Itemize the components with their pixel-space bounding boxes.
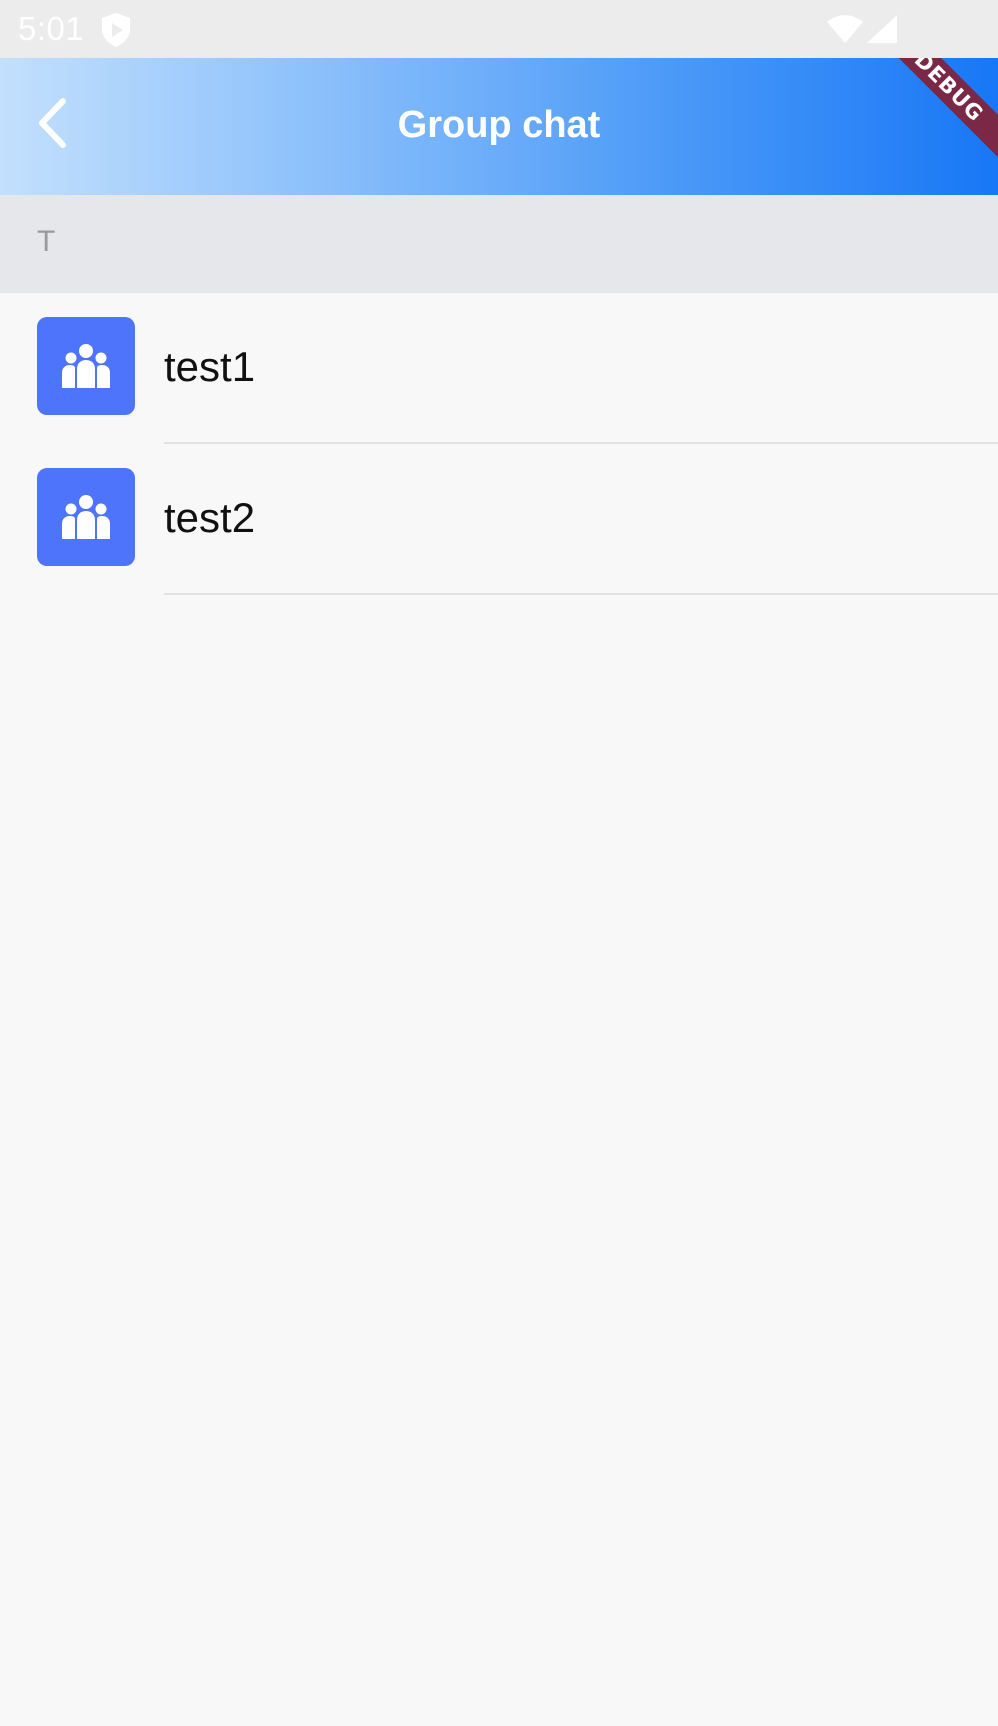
group-icon [62,344,110,388]
list-item-group[interactable]: test2 [0,444,998,595]
status-bar: 5:01 [0,0,998,58]
list-item-group[interactable]: test1 [0,293,998,444]
divider [164,593,998,595]
wifi-icon [827,15,863,43]
shield-play-icon [102,13,130,47]
screen: 5:01 Group chat DEBUG T test1 test2 [0,0,998,1726]
signal-icon [867,15,897,43]
status-time: 5:01 [18,10,85,47]
section-letter: T [37,225,56,258]
group-name: test2 [164,494,256,541]
avatar [37,468,135,566]
group-icon [62,495,110,539]
avatar [37,317,135,415]
group-name: test1 [164,343,256,390]
group-list: test1 test2 [0,293,998,595]
page-title: Group chat [397,104,601,146]
section-header: T [0,195,998,293]
app-bar: Group chat DEBUG [0,58,998,195]
